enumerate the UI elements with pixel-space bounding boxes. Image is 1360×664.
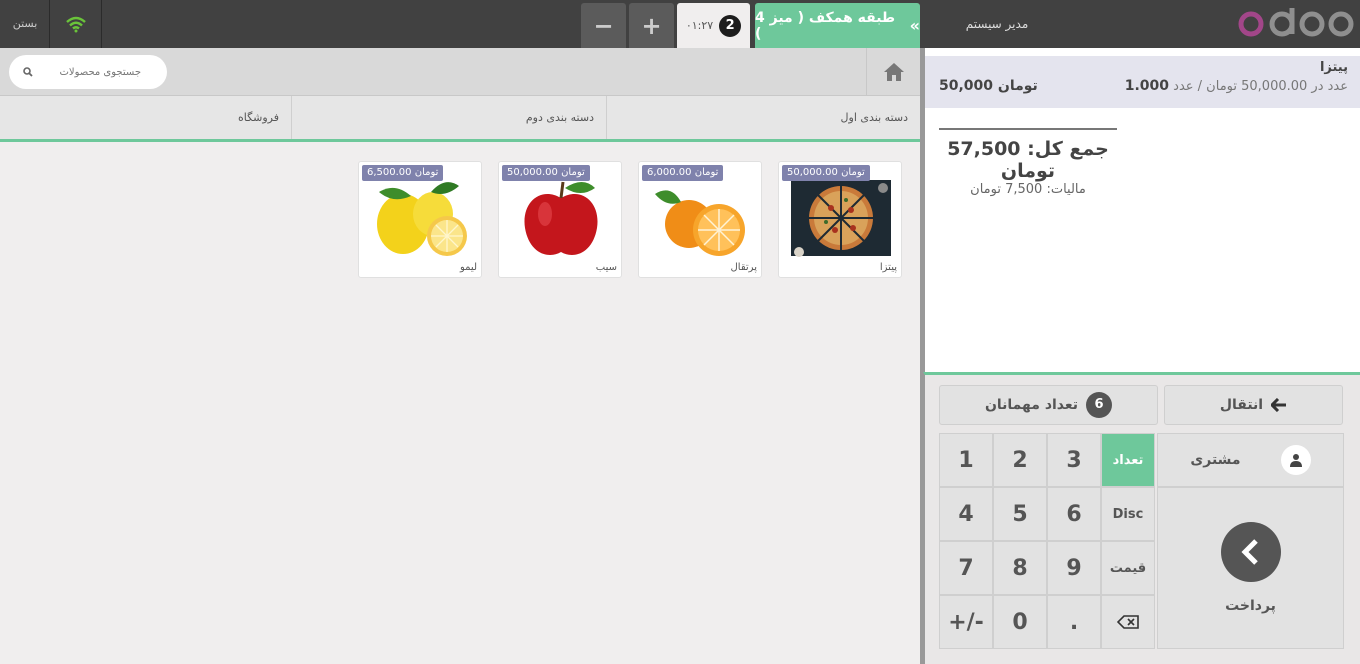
- lemon-image: [377, 182, 467, 256]
- home-icon: [883, 63, 904, 81]
- order-summary: جمع کل: 57,500 تومان مالیات: 7,500 تومان: [939, 128, 1117, 197]
- transfer-label: انتقال: [1219, 397, 1264, 413]
- numpad-backspace[interactable]: [1101, 595, 1155, 649]
- category-bar: دسته بندی اول دسته بندی دوم فروشگاه: [0, 96, 920, 142]
- numpad-key-2[interactable]: 2: [993, 433, 1047, 487]
- backspace-icon: [1117, 615, 1139, 629]
- pizza-image: [791, 180, 891, 257]
- numpad-key-7[interactable]: 7: [939, 541, 993, 595]
- price-tag: 50,000.00 تومان: [782, 165, 870, 181]
- numpad-key-dot[interactable]: .: [1047, 595, 1101, 649]
- order-total: جمع کل: 57,500 تومان: [947, 138, 1109, 182]
- apple-image: [524, 181, 598, 255]
- product-name: سیب: [595, 262, 617, 273]
- search-bar: [0, 48, 920, 96]
- numpad: 1 2 3 تعداد 4 5 6 Disc 7 8 9 قیمت +/- 0 …: [939, 433, 1157, 649]
- order-line-name: پیتزا: [1319, 60, 1348, 75]
- odoo-logo: [1238, 8, 1354, 37]
- product-card-orange[interactable]: 6,000.00 تومان پرتقال: [638, 161, 762, 278]
- order-tab[interactable]: ۰۱:۲۷ 2: [677, 3, 750, 48]
- remove-order-button[interactable]: −: [581, 3, 626, 48]
- numpad-mode-quantity[interactable]: تعداد: [1101, 433, 1155, 487]
- search-box[interactable]: [9, 55, 167, 89]
- numpad-mode-discount[interactable]: Disc: [1101, 487, 1155, 541]
- order-tab-label: طبقه همکف ( میز 4 ): [755, 9, 896, 42]
- customer-button[interactable]: مشتری: [1157, 433, 1344, 487]
- category-second[interactable]: دسته بندی دوم: [291, 96, 606, 139]
- product-name: لیمو: [459, 262, 477, 273]
- topbar: مدیر سیستم طبقه همکف ( میز 4 ) « ۰۱:۲۷ 2…: [0, 0, 1360, 48]
- numpad-key-3[interactable]: 3: [1047, 433, 1101, 487]
- numpad-key-1[interactable]: 1: [939, 433, 993, 487]
- transfer-button[interactable]: انتقال: [1164, 385, 1343, 425]
- order-line-qty-value: 1.000: [1124, 78, 1170, 94]
- guests-label: تعداد مهمانان: [984, 397, 1079, 413]
- product-card-pizza[interactable]: 50,000.00 تومان پیتزا: [778, 161, 902, 278]
- numpad-key-5[interactable]: 5: [993, 487, 1047, 541]
- numpad-key-9[interactable]: 9: [1047, 541, 1101, 595]
- guests-count-badge: 6: [1086, 392, 1113, 418]
- product-card-lemon[interactable]: 6,500.00 تومان لیمو: [358, 161, 482, 278]
- order-line-qty: 1.000 عدد در 50,000.00 تومان / عدد: [1125, 78, 1348, 94]
- chevron-left-icon: [1220, 522, 1281, 582]
- price-tag: 6,000.00 تومان: [642, 165, 724, 181]
- order-line-selected[interactable]: پیتزا 1.000 عدد در 50,000.00 تومان / عدد…: [925, 56, 1360, 108]
- order-line-price: 50,000 تومان: [939, 78, 1038, 94]
- payment-button[interactable]: پرداخت: [1157, 487, 1344, 649]
- numpad-key-plus-minus[interactable]: +/-: [939, 595, 993, 649]
- wifi-icon: [49, 0, 102, 48]
- user-icon: [1280, 445, 1311, 475]
- order-tax: مالیات: 7,500 تومان: [970, 182, 1086, 197]
- order-pane: پیتزا 1.000 عدد در 50,000.00 تومان / عدد…: [923, 48, 1360, 372]
- add-order-button[interactable]: +: [629, 3, 674, 48]
- close-button[interactable]: بستن: [0, 0, 50, 48]
- product-name: پرتقال: [730, 262, 757, 273]
- double-chevron-icon: «: [909, 16, 920, 35]
- arrow-left-icon: [1271, 398, 1287, 412]
- category-shop[interactable]: فروشگاه: [0, 96, 291, 139]
- category-first[interactable]: دسته بندی اول: [606, 96, 920, 139]
- search-icon: [23, 67, 33, 77]
- price-tag: 6,500.00 تومان: [362, 165, 444, 181]
- numpad-key-6[interactable]: 6: [1047, 487, 1101, 541]
- actionpad: مشتری پرداخت: [1157, 433, 1344, 649]
- order-time: ۰۱:۲۷: [685, 19, 714, 32]
- orange-image: [655, 190, 745, 256]
- price-tag: 50,000.00 تومان: [502, 165, 590, 181]
- search-input[interactable]: [41, 66, 141, 78]
- order-count-badge: 2: [719, 14, 742, 37]
- customer-label: مشتری: [1190, 452, 1241, 468]
- numpad-mode-price[interactable]: قیمت: [1101, 541, 1155, 595]
- payment-label: پرداخت: [1225, 598, 1276, 614]
- order-line-qty-detail: عدد در 50,000.00 تومان / عدد: [1173, 79, 1348, 94]
- order-tab-active[interactable]: طبقه همکف ( میز 4 ) «: [755, 3, 920, 48]
- guests-button[interactable]: تعداد مهمانان 6: [939, 385, 1158, 425]
- home-button[interactable]: [866, 48, 920, 96]
- product-name: پیتزا: [879, 262, 897, 273]
- pads: انتقال تعداد مهمانان 6 1 2 3 تعداد 4 5 6…: [923, 372, 1360, 664]
- numpad-key-8[interactable]: 8: [993, 541, 1047, 595]
- product-card-apple[interactable]: 50,000.00 تومان سیب: [498, 161, 622, 278]
- numpad-key-0[interactable]: 0: [993, 595, 1047, 649]
- numpad-key-4[interactable]: 4: [939, 487, 993, 541]
- user-name: مدیر سیستم: [965, 17, 1029, 31]
